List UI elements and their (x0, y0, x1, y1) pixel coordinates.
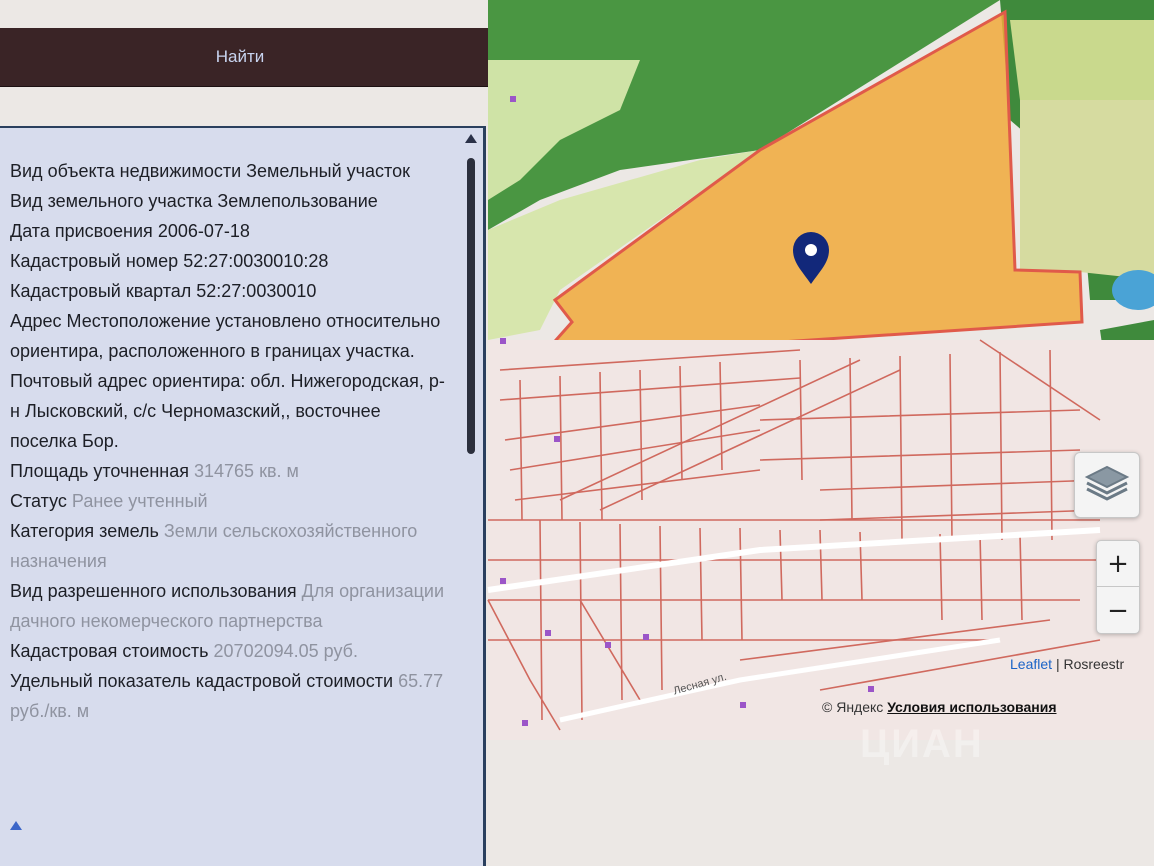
info-row: Дата присвоения 2006-07-18 (10, 216, 450, 246)
info-value: 52:27:0030010:28 (183, 251, 329, 271)
info-content: Вид объекта недвижимости Земельный участ… (10, 156, 450, 726)
info-value: 314765 кв. м (194, 461, 299, 481)
info-row: Вид объекта недвижимости Земельный участ… (10, 156, 450, 186)
meadow-area (1010, 20, 1154, 100)
info-label: Вид разрешенного использования (10, 581, 297, 601)
zoom-control: + − (1096, 540, 1140, 634)
info-row: Кадастровая стоимость 20702094.05 руб. (10, 636, 450, 666)
info-value: Местоположение установлено относительно … (10, 311, 445, 451)
info-row: Статус Ранее учтенный (10, 486, 450, 516)
info-row: Кадастровый квартал 52:27:0030010 (10, 276, 450, 306)
search-button[interactable]: Найти (200, 44, 280, 70)
attribution: Leaflet | Rosreestr (1010, 656, 1124, 672)
leaflet-link[interactable]: Leaflet (1010, 656, 1052, 672)
attribution-separator: | (1055, 656, 1060, 672)
info-value: Ранее учтенный (71, 491, 208, 511)
layers-button[interactable] (1074, 452, 1140, 518)
info-label: Кадастровая стоимость (10, 641, 209, 661)
zoom-in-button[interactable]: + (1097, 541, 1139, 587)
meadow-area (1020, 100, 1154, 280)
scrollbar-thumb[interactable] (467, 158, 475, 454)
info-row: Удельный показатель кадастровой стоимост… (10, 666, 450, 726)
info-value: Землепользование (217, 191, 378, 211)
info-label: Вид земельного участка (10, 191, 213, 211)
info-label: Адрес (10, 311, 62, 331)
info-row: Площадь уточненная 314765 кв. м (10, 456, 450, 486)
yandex-credit: © Яндекс Условия использования (822, 699, 1057, 715)
info-value: 20702094.05 руб. (213, 641, 358, 661)
info-row: Кадастровый номер 52:27:0030010:28 (10, 246, 450, 276)
info-label: Кадастровый номер (10, 251, 179, 271)
info-label: Дата присвоения (10, 221, 153, 241)
scroll-indicator-icon[interactable] (10, 821, 22, 830)
info-label: Статус (10, 491, 67, 511)
yandex-copyright: © Яндекс (822, 699, 884, 715)
search-bar: Найти (0, 28, 488, 87)
zoom-out-button[interactable]: − (1097, 588, 1139, 634)
terms-of-use-link[interactable]: Условия использования (887, 699, 1056, 715)
watermark-text: ЦИАН (860, 722, 984, 766)
info-row: Адрес Местоположение установлено относит… (10, 306, 450, 456)
scroll-up-icon[interactable] (465, 134, 477, 143)
info-label: Категория земель (10, 521, 159, 541)
info-row: Категория земель Земли сельскохозяйствен… (10, 516, 450, 576)
info-value: 2006-07-18 (157, 221, 250, 241)
info-row: Вид разрешенного использования Для орган… (10, 576, 450, 636)
info-label: Удельный показатель кадастровой стоимост… (10, 671, 394, 691)
info-value: Земельный участок (246, 161, 410, 181)
info-row: Вид земельного участка Землепользование (10, 186, 450, 216)
info-value: 52:27:0030010 (196, 281, 317, 301)
info-label: Кадастровый квартал (10, 281, 192, 301)
info-label: Вид объекта недвижимости (10, 161, 242, 181)
rosreestr-link[interactable]: Rosreestr (1063, 656, 1124, 672)
layers-icon (1084, 465, 1130, 501)
info-label: Площадь уточненная (10, 461, 189, 481)
info-panel: Вид объекта недвижимости Земельный участ… (0, 126, 486, 866)
